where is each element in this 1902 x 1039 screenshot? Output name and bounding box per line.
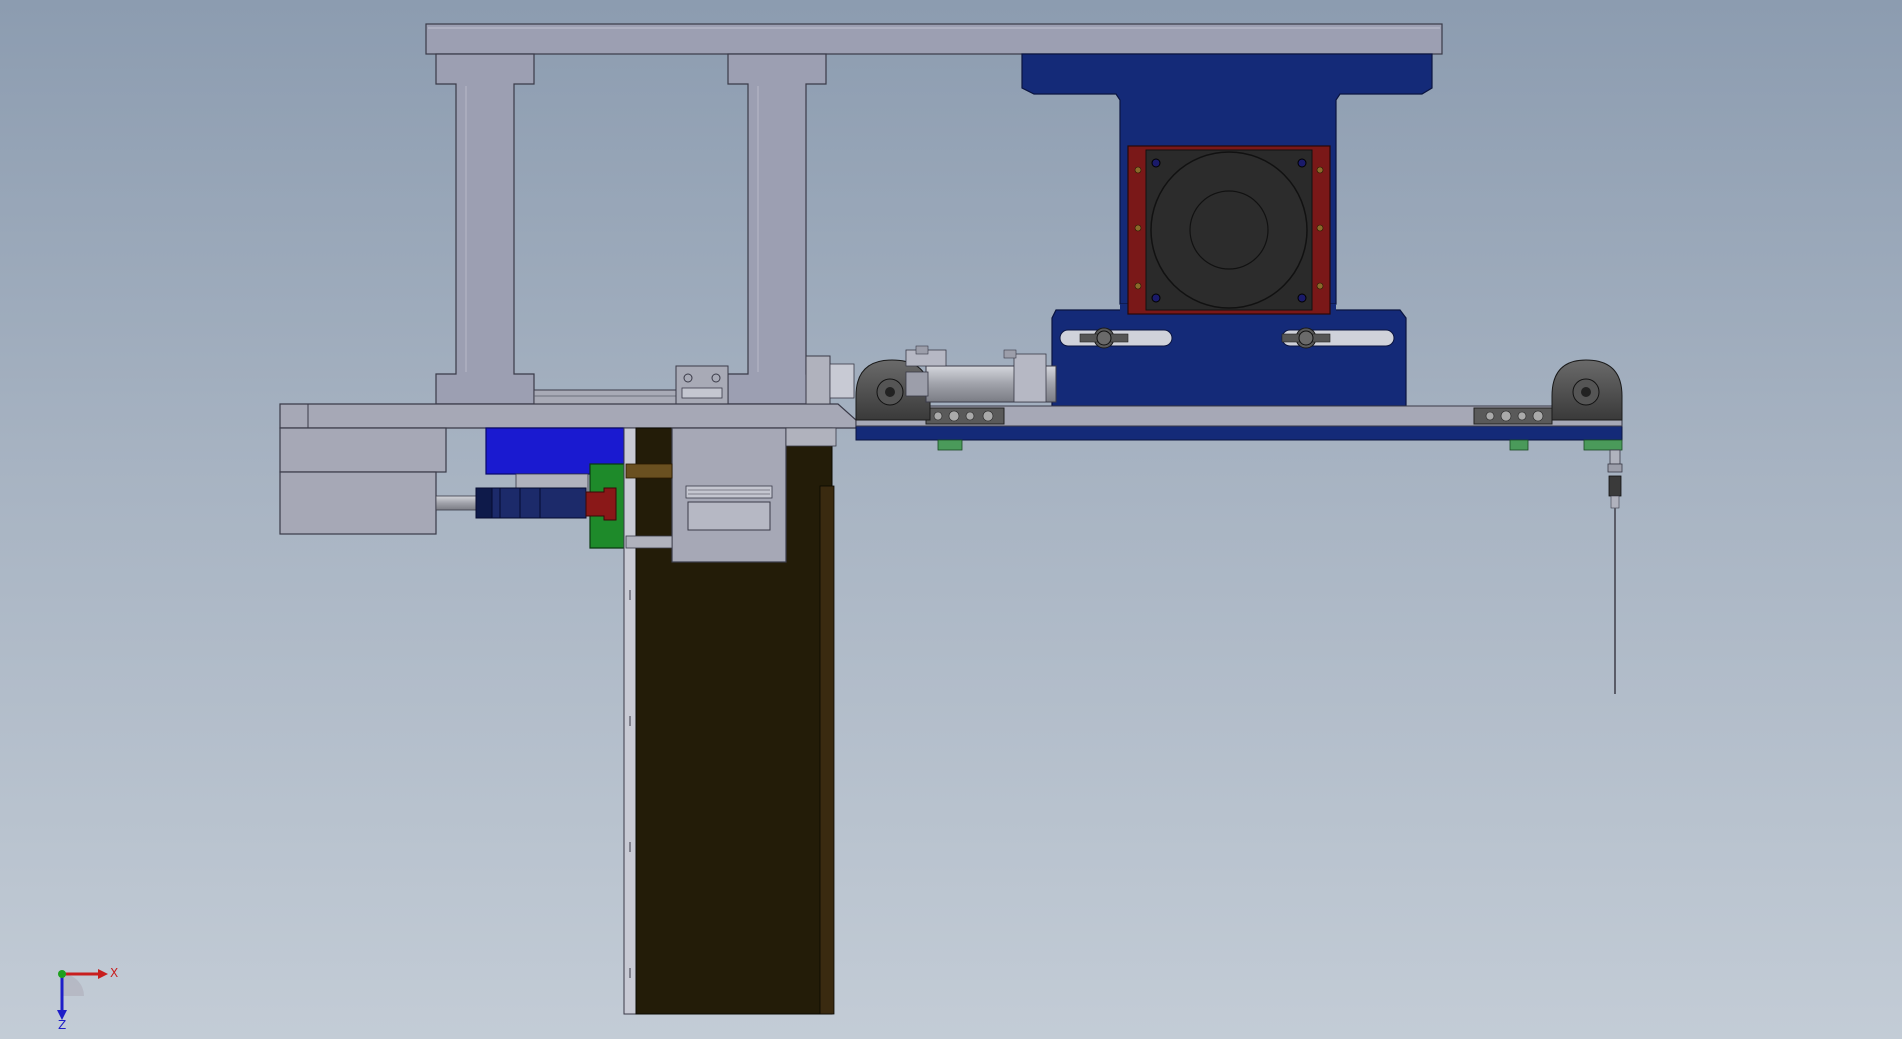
right-column — [727, 53, 827, 405]
right-guide-roller — [1551, 359, 1623, 421]
drive-shaft — [435, 495, 479, 511]
coupling-cylinder — [475, 487, 587, 519]
cad-model-drawing[interactable] — [0, 0, 1902, 1039]
z-axis-label: Z — [58, 1018, 66, 1030]
pneumatic-cylinder — [805, 345, 1057, 405]
servo-motor — [1127, 145, 1331, 315]
motor-face — [1150, 151, 1308, 309]
x-axis-label: X — [110, 966, 118, 980]
cad-viewport[interactable]: X Z — [0, 0, 1902, 1039]
y-axis-dot — [58, 970, 66, 978]
right-arm-assembly — [855, 405, 1623, 451]
green-mount-bracket — [585, 463, 627, 549]
left-servo-block — [279, 427, 447, 473]
vertical-slide-panel — [623, 427, 837, 1015]
needle-probe — [1607, 449, 1623, 694]
navy-lower-body — [1051, 309, 1407, 407]
left-column — [435, 53, 535, 405]
coordinate-triad: X Z — [57, 966, 118, 1030]
motor-housing — [1051, 304, 1407, 407]
navy-base-rail — [855, 425, 1623, 441]
